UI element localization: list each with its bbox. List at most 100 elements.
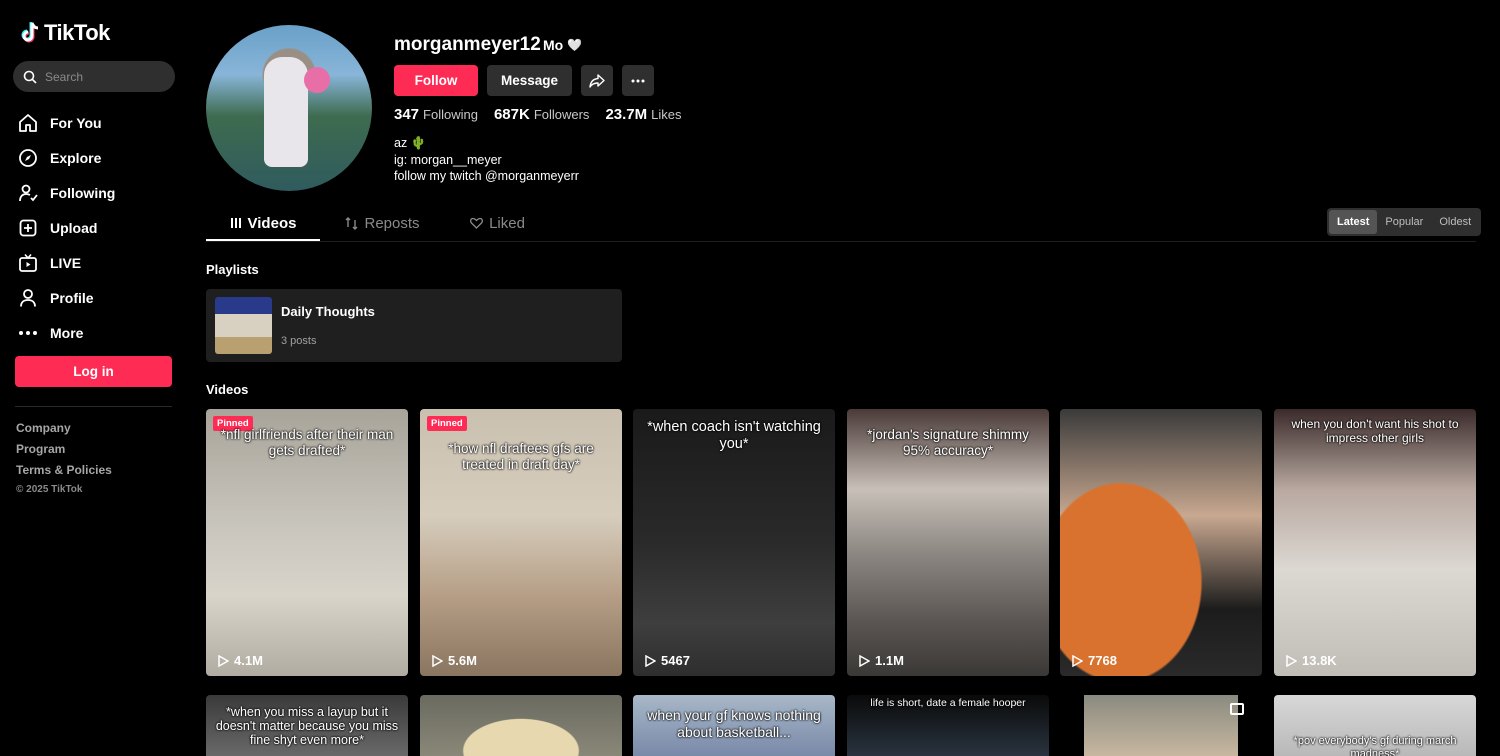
video-card[interactable]: when you don't want his shot to impress … [1274, 409, 1476, 676]
video-card[interactable]: when your gf knows nothing about basketb… [633, 695, 835, 756]
nav-item-upload[interactable]: Upload [18, 210, 178, 245]
tiktok-logo-icon [21, 22, 39, 43]
videos-heading: Videos [206, 382, 249, 397]
footer-link-program[interactable]: Program [16, 441, 112, 462]
play-icon [1286, 654, 1297, 667]
nav-item-following[interactable]: Following [18, 175, 178, 210]
tab-reposts-label: Reposts [364, 214, 420, 232]
live-icon [18, 253, 38, 273]
tiktok-logo[interactable]: TikTok [18, 20, 110, 46]
view-count-text: 4.1M [234, 653, 263, 668]
share-icon [589, 73, 605, 88]
nav-item-explore[interactable]: Explore [18, 140, 178, 175]
nav-item-more[interactable]: More [18, 315, 178, 350]
stat-followers[interactable]: 687K Followers [494, 106, 589, 124]
view-count-text: 5467 [661, 653, 690, 668]
following-count: 347 [394, 106, 420, 123]
search-placeholder: Search [45, 69, 84, 84]
followers-count: 687K [493, 106, 530, 123]
heart-lock-icon [470, 217, 484, 229]
upload-icon [18, 218, 38, 238]
tab-liked[interactable]: Liked [445, 205, 550, 241]
photo-carousel-icon [1230, 703, 1244, 715]
video-caption: when your gf knows nothing about basketb… [647, 707, 821, 740]
video-caption: *jordan's signature shimmy 95% accuracy* [867, 427, 1029, 458]
playlist-title: Daily Thoughts [281, 304, 375, 319]
tab-liked-label: Liked [489, 214, 525, 232]
active-tab-indicator [206, 239, 320, 241]
video-card[interactable]: *when coach isn't watching you* 5467 [633, 409, 835, 676]
repost-icon [345, 216, 358, 230]
message-button[interactable]: Message [487, 65, 572, 96]
more-options-button[interactable] [622, 65, 654, 96]
nav-label: For You [50, 114, 102, 131]
nav-label: Following [50, 184, 116, 201]
sort-oldest[interactable]: Oldest [1431, 210, 1479, 234]
ellipsis-icon [631, 79, 645, 82]
photo-thumbnail [1084, 695, 1238, 756]
nav-item-for-you[interactable]: For You [18, 105, 178, 140]
share-button[interactable] [581, 65, 613, 96]
bio-line: ig: morgan__meyer [394, 152, 502, 167]
video-card[interactable]: life is short, date a female hooper [847, 695, 1049, 756]
nav-label: Explore [50, 149, 102, 166]
sort-popular[interactable]: Popular [1377, 210, 1431, 234]
view-count-text: 13.8K [1302, 653, 1337, 668]
search-input[interactable]: Search [13, 61, 175, 92]
video-card[interactable]: 7768 [1060, 409, 1262, 676]
tab-videos-label: Videos [247, 214, 297, 232]
video-card[interactable]: *when you miss a layup but it doesn't ma… [206, 695, 408, 756]
video-caption: life is short, date a female hooper [870, 697, 1026, 709]
video-card[interactable]: *pov everybody's gf during march madness… [1274, 695, 1476, 756]
copyright: © 2025 TikTok [16, 484, 83, 495]
tab-videos[interactable]: Videos [206, 205, 320, 241]
play-icon [218, 654, 229, 667]
follow-button[interactable]: Follow [394, 65, 478, 96]
nav-item-live[interactable]: LIVE [18, 245, 178, 280]
tiktok-profile-page: TikTok Search For You Explore Following … [0, 0, 1500, 756]
video-card[interactable] [1060, 695, 1262, 756]
nickname-text: Mo [543, 37, 564, 53]
playlist-thumbnail [215, 297, 272, 354]
video-caption: *when you miss a layup but it doesn't ma… [215, 705, 399, 747]
view-count: 5.6M [432, 653, 477, 668]
video-caption: *nfl girlfriends after their man gets dr… [220, 427, 394, 458]
video-caption: when you don't want his shot to impress … [1291, 417, 1459, 445]
following-icon [18, 183, 38, 203]
footer-link-company[interactable]: Company [16, 420, 112, 441]
view-count: 13.8K [1286, 653, 1337, 668]
video-caption: *how nfl draftees gfs are treated in dra… [448, 441, 594, 472]
video-card[interactable] [420, 695, 622, 756]
sort-latest[interactable]: Latest [1329, 210, 1378, 234]
view-count-text: 7768 [1088, 653, 1117, 668]
tabs-baseline [206, 241, 1476, 242]
login-button[interactable]: Log in [15, 356, 172, 387]
playlist-card[interactable]: Daily Thoughts 3 posts [206, 289, 622, 362]
play-icon [1072, 654, 1083, 667]
heart-emoji: 🤍 [567, 38, 583, 52]
nav-item-profile[interactable]: Profile [18, 280, 178, 315]
profile-icon [18, 288, 38, 308]
pinned-badge: Pinned [427, 416, 467, 431]
stat-following[interactable]: 347 Following [394, 106, 478, 124]
video-card[interactable]: Pinned *nfl girlfriends after their man … [206, 409, 408, 676]
video-card[interactable]: *jordan's signature shimmy 95% accuracy*… [847, 409, 1049, 676]
stat-likes: 23.7M Likes [605, 106, 681, 124]
bio-line: az 🌵 [394, 136, 427, 150]
grid-icon [230, 218, 241, 228]
likes-label: Likes [651, 107, 682, 122]
video-card[interactable]: Pinned *how nfl draftees gfs are treated… [420, 409, 622, 676]
sort-selector: Latest Popular Oldest [1327, 208, 1482, 236]
play-icon [859, 654, 870, 667]
home-icon [18, 113, 38, 133]
profile-bio: az 🌵 ig: morgan__meyer follow my twitch … [394, 135, 579, 185]
sidebar: TikTok Search For You Explore Following … [0, 0, 190, 756]
more-icon [18, 323, 38, 343]
search-icon [23, 70, 37, 84]
play-icon [432, 654, 443, 667]
nav-label: LIVE [50, 254, 82, 271]
playlists-heading: Playlists [206, 262, 259, 277]
footer-link-terms[interactable]: Terms & Policies [16, 462, 112, 483]
tab-reposts[interactable]: Reposts [320, 205, 445, 241]
username: morganmeyer12 [394, 34, 541, 55]
